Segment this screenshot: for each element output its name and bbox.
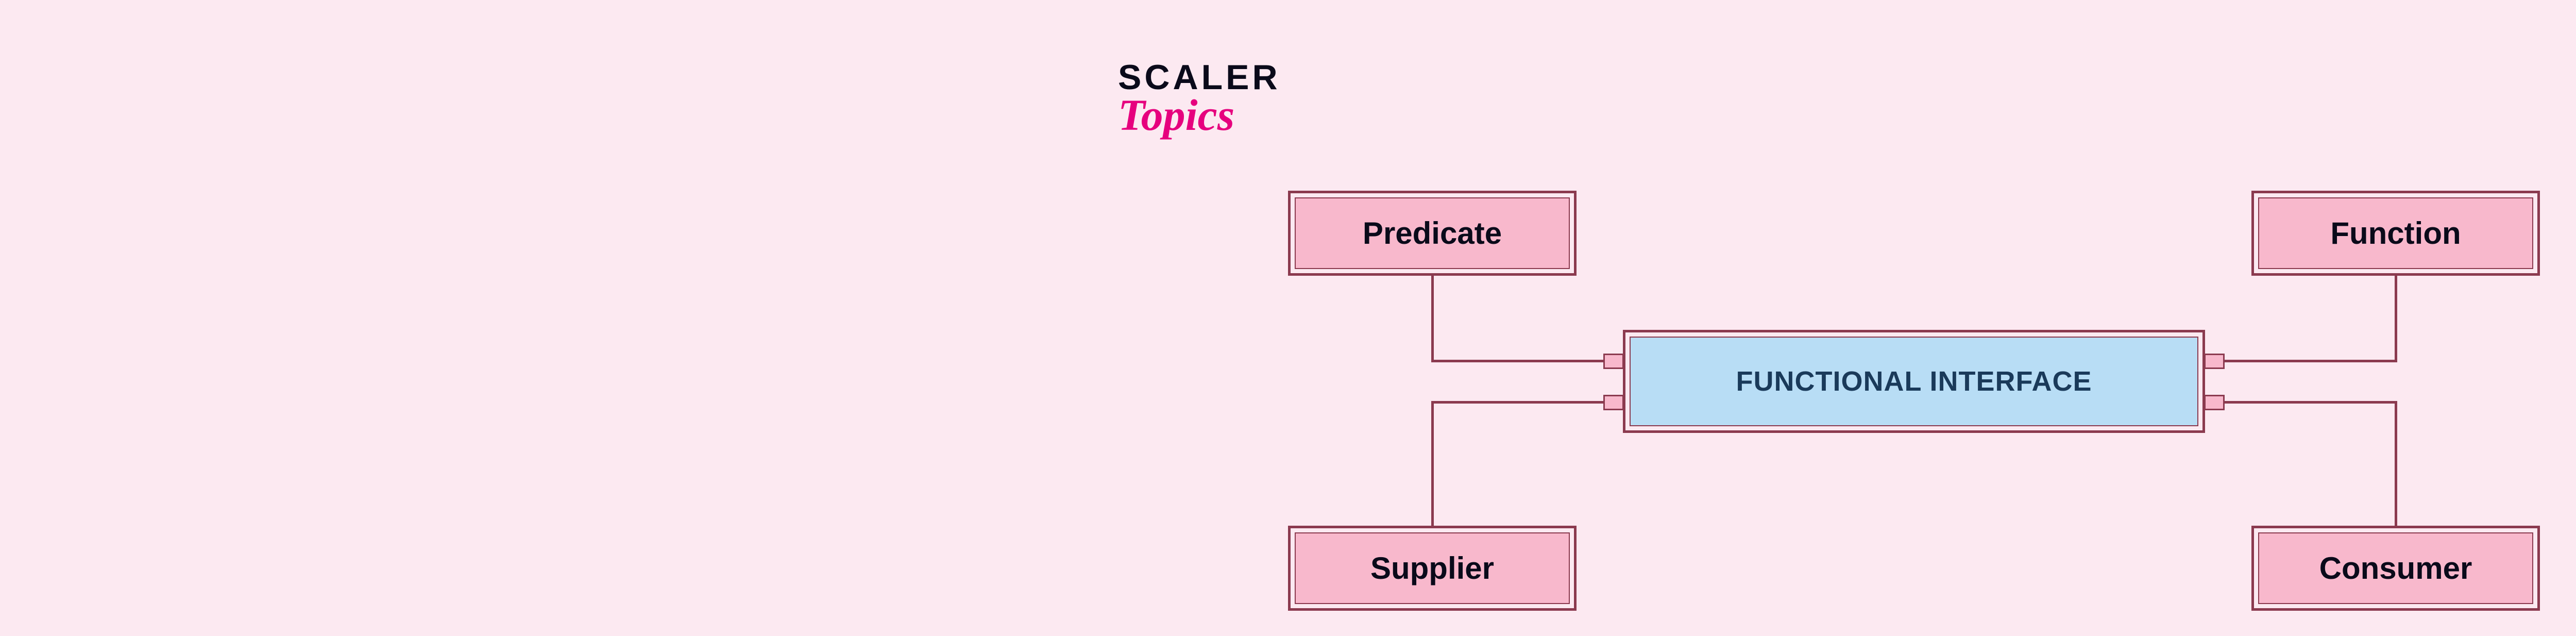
functional-interface-diagram: Predicate Function Supplier Consumer FUN… [0,0,2576,636]
node-supplier: Supplier [1288,526,1577,611]
connector-line [2225,401,2397,404]
connector-line [2395,276,2397,361]
node-function: Function [2251,191,2540,276]
node-label: FUNCTIONAL INTERFACE [1630,337,2198,426]
node-label: Supplier [1295,532,1570,604]
connector-stub [2204,354,2225,369]
node-label: Consumer [2258,532,2533,604]
connector-line [1431,276,1434,361]
node-predicate: Predicate [1288,191,1577,276]
connector-line [1431,360,1604,362]
node-label: Predicate [1295,197,1570,269]
connector-stub [2204,395,2225,410]
connector-line [2395,401,2397,527]
node-consumer: Consumer [2251,526,2540,611]
connector-line [1431,401,1604,404]
connector-line [2225,360,2397,362]
connector-stub [1603,395,1624,410]
connector-stub [1603,354,1624,369]
node-label: Function [2258,197,2533,269]
node-functional-interface: FUNCTIONAL INTERFACE [1623,330,2205,433]
connector-line [1431,401,1434,527]
